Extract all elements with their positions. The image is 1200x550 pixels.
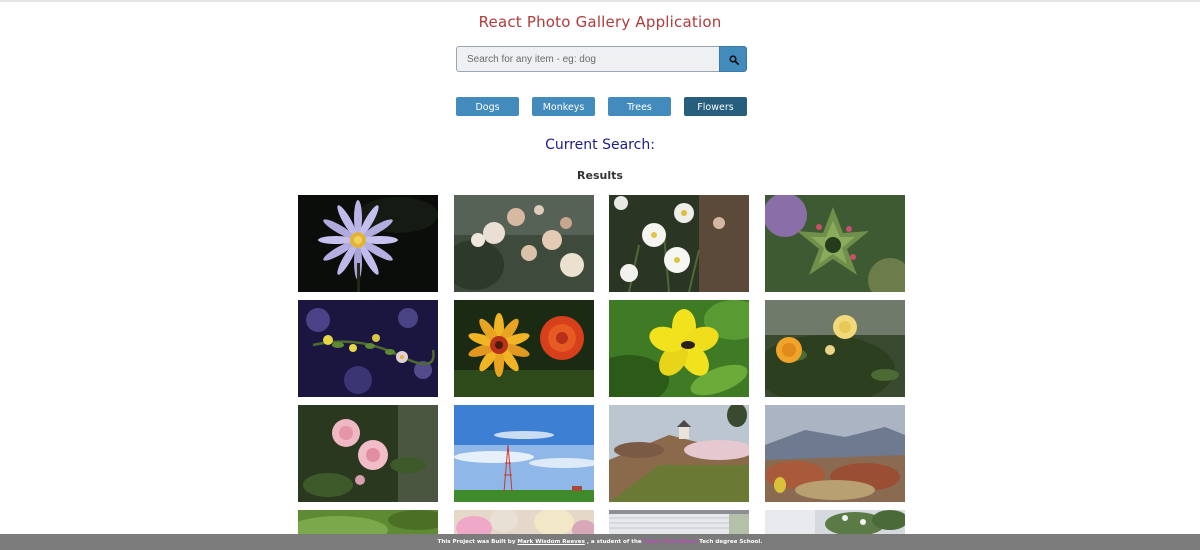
current-search-label: Current Search: [545, 137, 655, 153]
nav-button-flowers[interactable]: Flowers [684, 97, 747, 116]
footer-author-link[interactable]: Mark Wisdom Reeves [517, 539, 584, 545]
photo-item[interactable] [454, 300, 594, 397]
search-input[interactable] [456, 46, 719, 72]
nav-button-monkeys[interactable]: Monkeys [532, 97, 595, 116]
page-title: React Photo Gallery Application [478, 13, 722, 31]
top-border [0, 0, 1200, 2]
photo-item[interactable] [765, 405, 905, 502]
current-search-heading: Current Search: [0, 137, 1200, 153]
photo-item[interactable] [609, 405, 749, 502]
photo-item[interactable] [298, 195, 438, 292]
footer-school-link[interactable]: Team Tree House [644, 539, 698, 545]
photo-item[interactable] [454, 510, 594, 534]
search-button[interactable] [719, 46, 747, 72]
photo-item[interactable] [765, 300, 905, 397]
footer-suffix: Tech degree School. [699, 539, 763, 545]
photo-item[interactable] [609, 510, 749, 534]
search-icon [729, 55, 739, 65]
photo-item[interactable] [765, 510, 905, 534]
photo-item[interactable] [298, 510, 438, 534]
results-heading: Results [577, 169, 623, 182]
photo-item[interactable] [609, 300, 749, 397]
photo-item[interactable] [454, 405, 594, 502]
footer-middle: , a student of the [586, 539, 642, 545]
photo-item[interactable] [609, 195, 749, 292]
photo-item[interactable] [765, 195, 905, 292]
search-form [456, 46, 747, 72]
footer: This Project was Built by Mark Wisdom Re… [0, 534, 1200, 550]
nav-button-trees[interactable]: Trees [608, 97, 671, 116]
footer-prefix: This Project was Built by [437, 539, 516, 545]
photo-item[interactable] [298, 405, 438, 502]
nav-button-dogs[interactable]: Dogs [456, 97, 519, 116]
photo-item[interactable] [454, 195, 594, 292]
photo-item[interactable] [298, 300, 438, 397]
